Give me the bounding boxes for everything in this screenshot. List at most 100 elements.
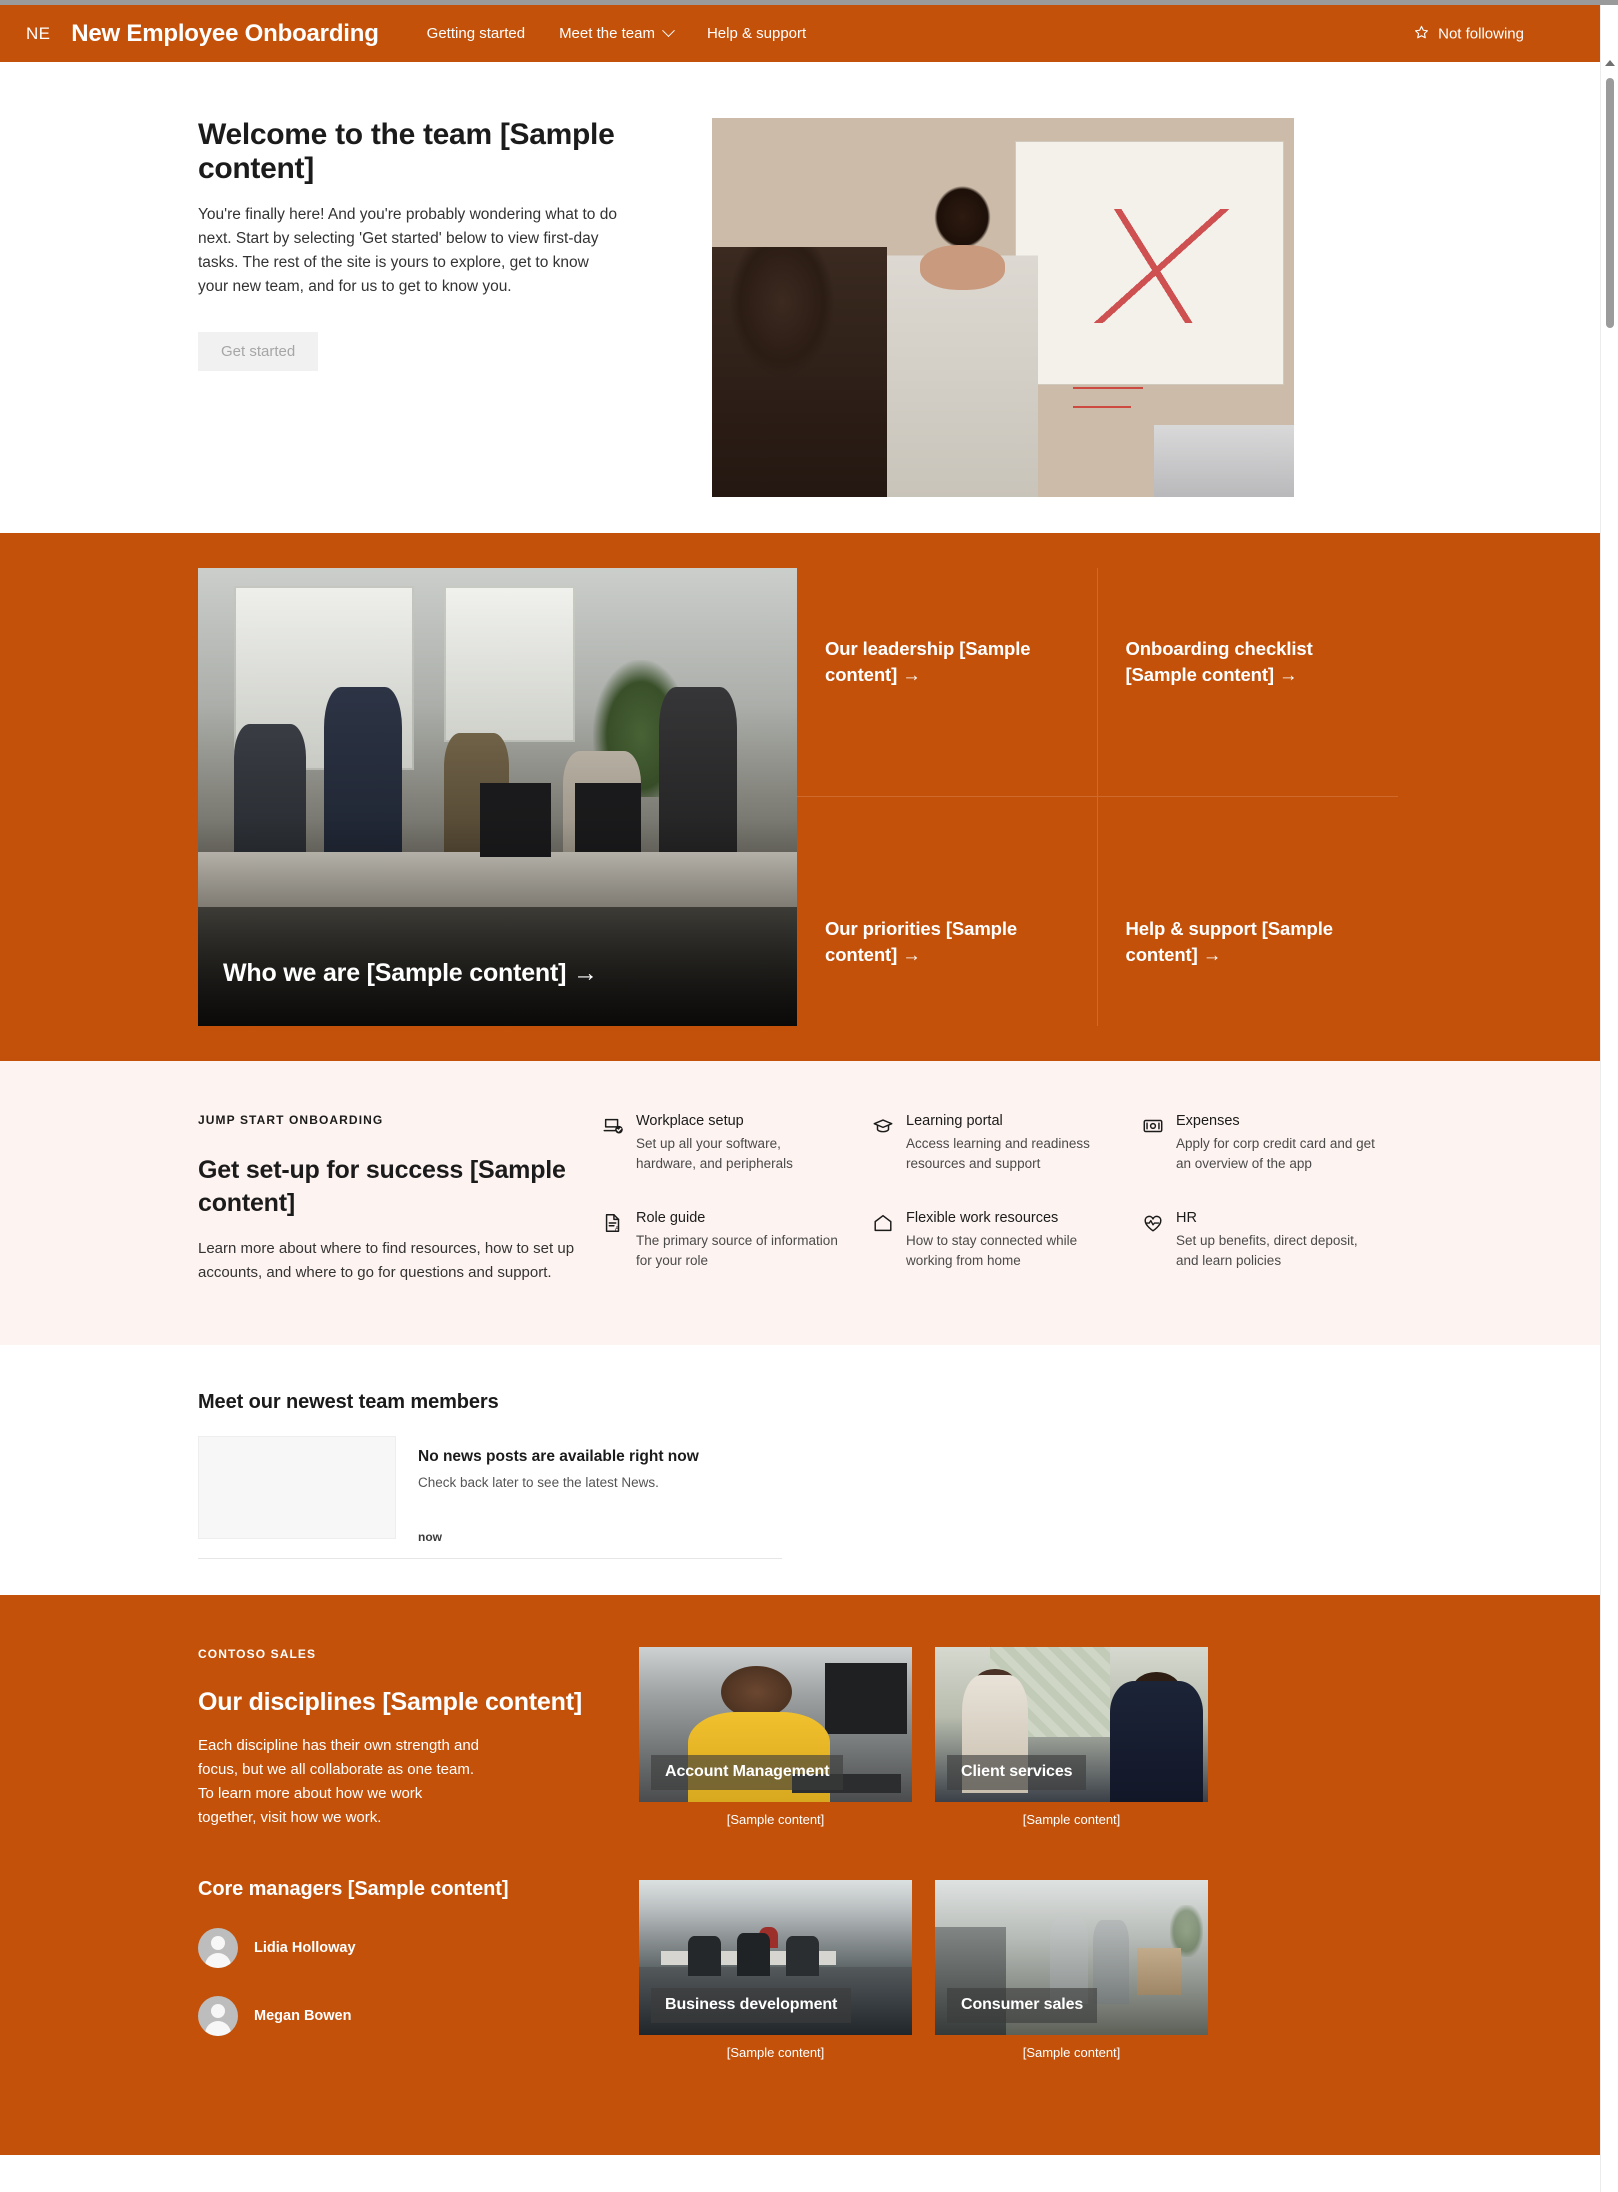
news-title: Meet our newest team members — [198, 1391, 499, 1413]
hero-body: You're finally here! And you're probably… — [198, 206, 617, 295]
jumpstart-link-text: Workplace setup Set up all your software… — [636, 1113, 841, 1188]
quicklink-tile-our-priorities[interactable]: Our priorities [Sample content] → — [797, 797, 1098, 1026]
jumpstart-link-desc: Access learning and readiness resources … — [906, 1136, 1090, 1171]
discipline-card-label: Consumer sales — [947, 1988, 1098, 2023]
manager-item-lidia-holloway[interactable]: Lidia Holloway — [198, 1928, 598, 1968]
site-logo: NE — [26, 23, 51, 43]
jumpstart-link-name: Flexible work resources — [906, 1210, 1059, 1226]
quicklinks-inner: Who we are [Sample content] → Our leader… — [198, 568, 1398, 1026]
quicklink-tile-label: Our leadership [Sample content] → — [825, 636, 1069, 688]
jumpstart-link-learning-portal[interactable]: Learning portal Access learning and read… — [872, 1113, 1142, 1188]
discipline-card-business-development[interactable]: Business development [Sample content] — [639, 1880, 912, 2095]
feature-tile-label: Who we are [Sample content] → — [223, 959, 598, 988]
feature-tile-photo — [198, 568, 797, 1026]
arrow-right-icon: → — [902, 664, 921, 685]
jumpstart-link-text: Learning portal Access learning and read… — [906, 1113, 1111, 1188]
svg-text:A: A — [615, 1225, 620, 1232]
discipline-card-caption: [Sample content] — [726, 1812, 825, 1827]
quicklink-tile-our-leadership[interactable]: Our leadership [Sample content] → — [797, 568, 1098, 797]
jumpstart-link-name: Role guide — [636, 1210, 706, 1226]
document-person-icon: A — [602, 1212, 624, 1234]
jumpstart-link-desc: Set up all your software, hardware, and … — [636, 1136, 793, 1171]
nav-item-label: Help & support — [706, 25, 807, 42]
nav-item-getting-started[interactable]: Getting started — [427, 25, 525, 42]
discipline-card-account-management[interactable]: Account Management [Sample content] — [639, 1647, 912, 1862]
jumpstart-link-workplace-setup[interactable]: Workplace setup Set up all your software… — [602, 1113, 872, 1188]
heart-pulse-icon — [1142, 1212, 1164, 1234]
site-title: New Employee Onboarding — [71, 19, 379, 47]
jumpstart-body: Learn more about where to find resources… — [198, 1240, 575, 1281]
discipline-card-caption: [Sample content] — [726, 2045, 825, 2060]
photo-head — [720, 1665, 792, 1719]
jumpstart-link-flexible-work[interactable]: Flexible work resources How to stay conn… — [872, 1210, 1142, 1285]
news-timestamp: now — [418, 1530, 442, 1544]
discipline-card-label: Business development — [651, 1988, 852, 2023]
page-root: NE New Employee Onboarding Getting start… — [0, 5, 1600, 2155]
hero-photo-legend-line-1 — [1072, 387, 1143, 390]
jumpstart-link-name: HR — [1176, 1210, 1197, 1226]
discipline-card-image: Consumer sales — [935, 1880, 1208, 2035]
nav-item-help-support[interactable]: Help & support — [707, 25, 806, 42]
star-outline-icon — [1414, 24, 1429, 43]
news-section: Meet our newest team members No news pos… — [0, 1345, 1600, 1595]
hero-photo-legend-line-2 — [1072, 406, 1132, 409]
quicklink-tile-label-text: Our leadership [Sample content] — [825, 638, 1031, 685]
page-scrollbar[interactable] — [1600, 5, 1618, 2192]
nav-item-label: Meet the team — [559, 25, 655, 42]
disciplines-title: Our disciplines [Sample content] — [198, 1688, 582, 1716]
jumpstart-link-hr[interactable]: HR Set up benefits, direct deposit, and … — [1142, 1210, 1412, 1285]
jumpstart-link-grid: Workplace setup Set up all your software… — [602, 1113, 1412, 1285]
jumpstart-link-text: Role guide The primary source of informa… — [636, 1210, 841, 1285]
jumpstart-link-text: Expenses Apply for corp credit card and … — [1176, 1113, 1381, 1188]
discipline-card-grid: Account Management [Sample content] Clie… — [639, 1647, 1208, 2095]
jumpstart-link-desc: How to stay connected while working from… — [906, 1233, 1078, 1268]
jumpstart-link-desc: The primary source of information for yo… — [636, 1233, 838, 1268]
discipline-card-consumer-sales[interactable]: Consumer sales [Sample content] — [935, 1880, 1208, 2095]
jumpstart-link-text: Flexible work resources How to stay conn… — [906, 1210, 1111, 1285]
scrollbar-thumb[interactable] — [1606, 78, 1614, 328]
arrow-right-icon: → — [902, 944, 921, 965]
news-empty-heading: No news posts are available right now — [418, 1448, 699, 1465]
jumpstart-link-expenses[interactable]: Expenses Apply for corp credit card and … — [1142, 1113, 1412, 1188]
jumpstart-link-name: Learning portal — [906, 1113, 1003, 1129]
news-empty-row: No news posts are available right now Ch… — [198, 1436, 782, 1544]
quicklink-tile-grid: Our leadership [Sample content] → Onboar… — [797, 568, 1398, 1026]
discipline-card-caption: [Sample content] — [1022, 2045, 1121, 2060]
get-started-button[interactable]: Get started — [198, 332, 319, 371]
photo-chair-2 — [737, 1932, 771, 1977]
arrow-right-icon: → — [1279, 664, 1298, 685]
disciplines-section: CONTOSO SALES Our disciplines [Sample co… — [0, 1595, 1600, 2155]
nav-item-label: Getting started — [426, 25, 526, 42]
follow-button[interactable]: Not following — [1414, 24, 1524, 43]
photo-chair-1 — [688, 1935, 721, 1977]
manager-item-megan-bowen[interactable]: Megan Bowen — [198, 1996, 598, 2036]
quicklink-tile-label: Onboarding checklist [Sample content] → — [1126, 636, 1371, 688]
scroll-up-arrow-icon[interactable] — [1604, 60, 1615, 66]
core-managers-title: Core managers [Sample content] — [198, 1878, 509, 1900]
quicklink-tile-onboarding-checklist[interactable]: Onboarding checklist [Sample content] → — [1097, 568, 1398, 797]
discipline-card-image: Client services — [935, 1647, 1208, 1802]
jumpstart-title: Get set-up for success [Sample content] — [198, 1156, 566, 1217]
quicklink-tile-help-support[interactable]: Help & support [Sample content] → — [1098, 797, 1399, 1026]
site-header: NE New Employee Onboarding Getting start… — [0, 5, 1600, 62]
quicklink-tile-label: Our priorities [Sample content] → — [825, 916, 1069, 968]
photo-monitor — [824, 1662, 907, 1734]
hero-photo-whiteboard-chart — [1067, 208, 1248, 323]
jumpstart-link-desc: Apply for corp credit card and get an ov… — [1176, 1136, 1375, 1171]
hero-text-block: Welcome to the team [Sample content] You… — [198, 118, 668, 497]
photo-person-right — [1109, 1681, 1203, 1802]
feature-tile-who-we-are[interactable]: Who we are [Sample content] → — [198, 568, 797, 1026]
jumpstart-link-desc: Set up benefits, direct deposit, and lea… — [1176, 1233, 1358, 1268]
news-meta: No news posts are available right now Ch… — [418, 1436, 782, 1544]
jumpstart-link-role-guide[interactable]: A Role guide The primary source of infor… — [602, 1210, 872, 1285]
disciplines-text-block: CONTOSO SALES Our disciplines [Sample co… — [198, 1647, 598, 2095]
arrow-right-icon: → — [573, 959, 598, 987]
chevron-down-icon — [662, 24, 675, 38]
jumpstart-link-text: HR Set up benefits, direct deposit, and … — [1176, 1210, 1381, 1285]
nav-item-meet-the-team[interactable]: Meet the team — [559, 24, 675, 42]
disciplines-body: Each discipline has their own strength a… — [198, 1737, 480, 1826]
discipline-card-client-services[interactable]: Client services [Sample content] — [935, 1647, 1208, 1862]
money-bill-icon — [1142, 1115, 1164, 1137]
follow-label: Not following — [1438, 25, 1524, 42]
news-divider — [198, 1558, 782, 1559]
